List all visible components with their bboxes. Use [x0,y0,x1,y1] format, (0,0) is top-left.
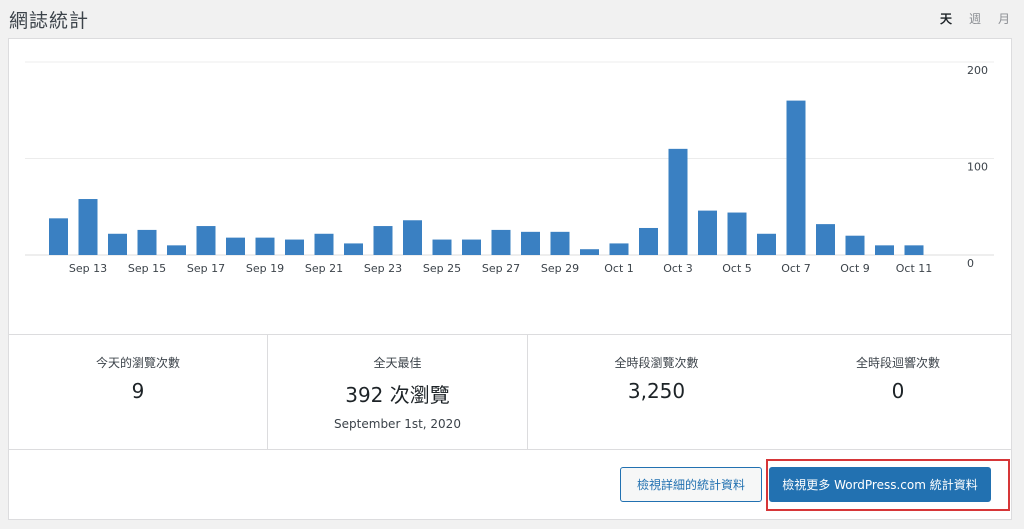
bar[interactable] [757,233,776,255]
stat-today-label: 今天的瀏覽次數 [95,356,180,370]
x-tick-label: Sep 25 [423,262,461,275]
period-tabs: 天 週 月 [940,10,1010,27]
x-tick-label: Sep 21 [305,262,343,275]
x-tick-label: Sep 15 [128,262,166,275]
x-tick-label: Oct 9 [840,262,870,275]
bar[interactable] [432,239,452,255]
stat-today-value: 9 [131,379,145,403]
x-tick-label: Oct 3 [663,262,693,275]
bar[interactable] [344,243,363,255]
x-tick-label: Oct 1 [604,262,634,275]
stat-today: 今天的瀏覽次數 9 [9,335,268,449]
x-tick-label: Sep 17 [187,262,225,275]
bar[interactable] [196,226,216,255]
bar[interactable] [491,229,511,255]
x-tick-label: Sep 27 [482,262,520,275]
bar[interactable] [786,100,806,255]
stat-alltime-views: 全時段瀏覽次數 3,250 [528,335,785,449]
page-title: 網誌統計 [9,10,90,32]
x-tick-label: Sep 13 [69,262,107,275]
bar[interactable] [668,148,688,255]
x-tick-label: Oct 7 [781,262,811,275]
summary-stats: 今天的瀏覽次數 9 全天最佳 392 次瀏覽 September 1st, 20… [9,334,1011,450]
bar[interactable] [904,245,924,255]
bar[interactable] [137,229,157,255]
tab-day[interactable]: 天 [940,10,952,27]
bar-chart: 0 100 200 Sep 13 Sep 15 Sep 17 Sep 19 Sep 21 Sep… [25,61,994,275]
bar[interactable] [255,237,275,255]
bar[interactable] [550,231,570,255]
stat-best-value: 392 次瀏覽 [345,383,450,407]
tab-week[interactable]: 週 [969,10,981,27]
stat-best-day: 全天最佳 392 次瀏覽 September 1st, 2020 [268,335,528,449]
bar[interactable] [403,220,422,255]
bar[interactable] [816,224,835,255]
bar[interactable] [314,233,334,255]
y-tick-label: 100 [967,161,988,174]
stat-best-date: September 1st, 2020 [334,417,461,431]
bar[interactable] [49,218,68,255]
view-more-stats-button[interactable]: 檢視更多 WordPress.com 統計資料 [769,467,991,502]
x-tick-label: Oct 5 [722,262,752,275]
bar[interactable] [167,245,186,255]
x-tick-label: Sep 19 [246,262,284,275]
bar[interactable] [462,239,481,255]
view-details-button[interactable]: 檢視詳細的統計資料 [620,467,762,502]
x-tick-label: Oct 11 [896,262,933,275]
stat-alltime-comments: 全時段迴響次數 0 [785,335,1011,449]
y-tick-label: 0 [967,257,974,270]
stat-alltime-comments-label: 全時段迴響次數 [855,356,940,370]
bar[interactable] [226,237,245,255]
stats-panel: 0 100 200 Sep 13 Sep 15 Sep 17 Sep 19 Sep 21 Sep… [8,38,1012,520]
stat-alltime-views-label: 全時段瀏覽次數 [614,356,699,370]
bar[interactable] [609,243,629,255]
bar[interactable] [78,199,98,255]
bar[interactable] [639,227,658,255]
bar[interactable] [727,212,747,255]
tab-month[interactable]: 月 [998,10,1010,27]
bar[interactable] [580,249,599,255]
x-tick-label: Sep 29 [541,262,579,275]
stat-alltime-views-value: 3,250 [627,379,686,403]
bar[interactable] [521,231,540,255]
bar[interactable] [845,235,865,255]
stat-alltime-comments-value: 0 [891,379,905,403]
x-tick-label: Sep 23 [364,262,402,275]
bar[interactable] [698,210,717,255]
bar[interactable] [285,239,304,255]
y-tick-label: 200 [967,64,988,77]
views-chart: 0 100 200 Sep 13 Sep 15 Sep 17 Sep 19 Sep 21 Sep… [9,39,1011,334]
stat-best-label: 全天最佳 [373,356,422,370]
bar[interactable] [875,245,894,255]
bar[interactable] [373,226,393,255]
bar[interactable] [108,233,127,255]
